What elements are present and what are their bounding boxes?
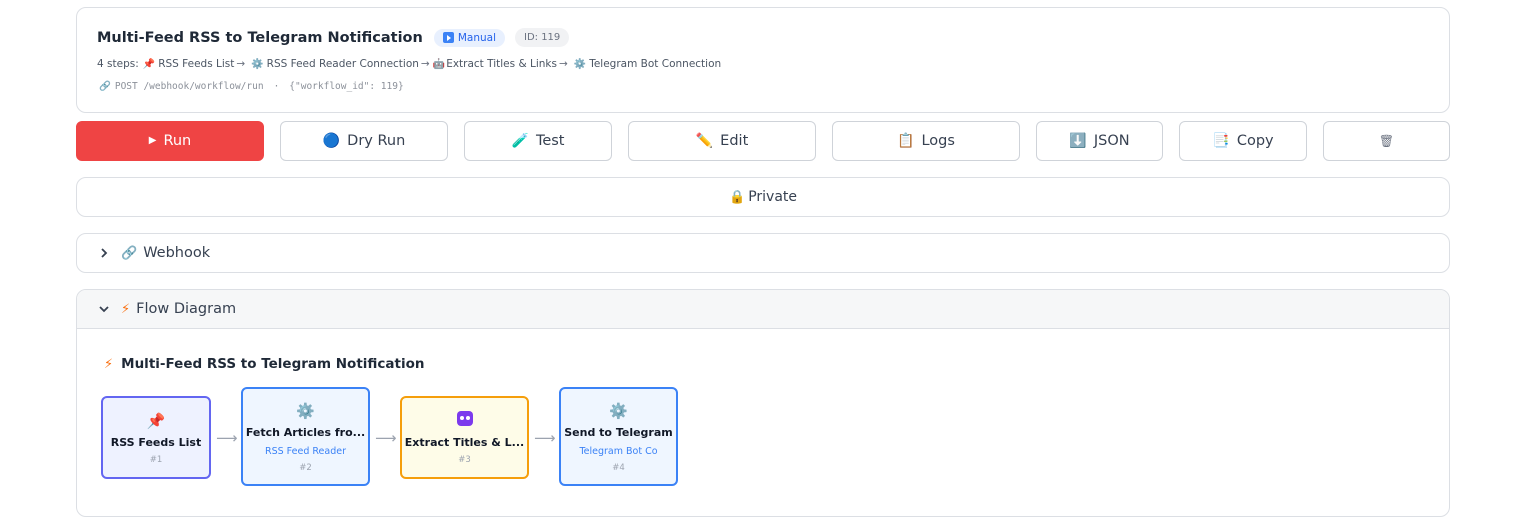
arrow-right-icon: ⟶ (534, 429, 556, 447)
copy-button[interactable]: 📑 Copy (1179, 121, 1307, 161)
logs-button[interactable]: 📋 Logs (832, 121, 1020, 161)
lightning-icon: ⚡ (104, 356, 114, 372)
copy-button-label: Copy (1236, 133, 1274, 149)
lock-icon: 🔒 (729, 189, 746, 205)
delete-button[interactable]: 🗑 (1323, 121, 1450, 161)
chevron-down-icon (93, 304, 115, 314)
run-button-label: Run (163, 133, 192, 149)
node-title: Fetch Articles fro... (245, 425, 366, 439)
play-icon (442, 32, 454, 43)
webhook-endpoint-line: 🔗 POST /webhook/workflow/run · {"workflo… (99, 81, 404, 92)
document-icon: 📑 (1212, 133, 1230, 149)
json-button[interactable]: ⬇️ JSON (1036, 121, 1163, 161)
node-title: Extract Titles & L... (404, 435, 525, 449)
run-button[interactable]: ▶ Run (76, 121, 264, 161)
visibility-label: Private (748, 189, 797, 205)
node-title: RSS Feeds List (110, 435, 202, 449)
trigger-badge-label: Manual (457, 31, 496, 44)
node-subtitle: RSS Feed Reader (265, 445, 346, 457)
flow-diagram-section: ⚡ Flow Diagram ⚡ Multi-Feed RSS to Teleg… (76, 289, 1450, 517)
diagram-title: ⚡ Multi-Feed RSS to Telegram Notificatio… (104, 356, 425, 372)
edit-button-label: Edit (720, 133, 749, 149)
flow-node[interactable]: ⚙️ Fetch Articles fro... RSS Feed Reader… (241, 387, 370, 486)
diagram-title-text: Multi-Feed RSS to Telegram Notification (121, 356, 425, 372)
steps-summary: 4 steps: 📌 RSS Feeds List → ⚙️ RSS Feed … (97, 58, 721, 70)
pencil-icon: ✏️ (695, 133, 714, 149)
robot-icon: 🤖 (432, 58, 446, 70)
flow-diagram-section-label: Flow Diagram (136, 301, 237, 317)
node-number: #2 (299, 462, 312, 473)
arrow-right-icon: ⟶ (216, 429, 238, 447)
step-label: Extract Titles & Links (446, 58, 557, 70)
lightning-icon: ⚡ (121, 301, 131, 317)
dry-run-button-label: Dry Run (347, 133, 406, 149)
arrow-right-icon: ⟶ (375, 429, 397, 447)
trigger-badge: Manual (433, 28, 505, 47)
chevron-right-icon (93, 248, 115, 258)
visibility-toggle[interactable]: 🔒 Private (76, 177, 1450, 217)
play-icon: ▶ (148, 135, 157, 146)
json-button-label: JSON (1093, 133, 1130, 149)
test-tube-icon: 🧪 (511, 133, 529, 149)
gear-icon: ⚙️ (573, 58, 587, 70)
webhook-section-label: Webhook (143, 245, 211, 261)
gear-icon: ⚙️ (296, 401, 315, 420)
node-number: #4 (612, 462, 625, 473)
test-button-label: Test (535, 133, 565, 149)
node-number: #3 (458, 454, 471, 465)
arrow-right-icon: → (420, 58, 430, 70)
workflow-title: Multi-Feed RSS to Telegram Notification (97, 29, 423, 46)
test-button[interactable]: 🧪 Test (464, 121, 612, 161)
logs-button-label: Logs (921, 133, 955, 149)
flow-node[interactable]: ⚙️ Send to Telegram Telegram Bot Co #4 (559, 387, 678, 486)
step-label: RSS Feed Reader Connection (266, 58, 419, 70)
link-icon: 🔗 (99, 81, 111, 92)
edit-button[interactable]: ✏️ Edit (628, 121, 816, 161)
pushpin-icon: 📌 (142, 58, 156, 70)
blue-circle-icon: 🔵 (322, 133, 341, 149)
flow-diagram-section-header[interactable]: ⚡ Flow Diagram (77, 290, 1449, 329)
node-number: #1 (149, 454, 163, 465)
id-badge: ID: 119 (515, 28, 570, 47)
separator: · (273, 81, 280, 92)
download-arrow-icon: ⬇️ (1069, 133, 1087, 149)
workflow-header-card: Multi-Feed RSS to Telegram Notification … (76, 7, 1450, 113)
robot-icon (456, 410, 473, 431)
step-label: RSS Feeds List (158, 58, 235, 70)
node-title: Send to Telegram (564, 425, 673, 439)
gear-icon: ⚙️ (609, 401, 628, 420)
step-label: Telegram Bot Connection (589, 58, 722, 70)
pushpin-icon: 📌 (146, 411, 166, 430)
trash-icon: 🗑 (1378, 134, 1395, 148)
webhook-method: POST /webhook/workflow/run (114, 81, 264, 92)
flow-node[interactable]: Extract Titles & L... #3 (400, 396, 529, 479)
clipboard-icon: 📋 (897, 133, 915, 149)
gear-icon: ⚙️ (251, 58, 264, 70)
webhook-payload: {"workflow_id": 119} (289, 81, 404, 92)
steps-prefix: 4 steps: (97, 58, 139, 70)
flow-node[interactable]: 📌 RSS Feeds List #1 (101, 396, 211, 479)
link-icon: 🔗 (121, 245, 138, 261)
webhook-section-header[interactable]: 🔗 Webhook (76, 233, 1450, 273)
arrow-right-icon: → (236, 58, 246, 70)
arrow-right-icon: → (558, 58, 568, 70)
node-subtitle: Telegram Bot Co (579, 445, 658, 457)
dry-run-button[interactable]: 🔵 Dry Run (280, 121, 448, 161)
title-row: Multi-Feed RSS to Telegram Notification … (97, 28, 570, 47)
